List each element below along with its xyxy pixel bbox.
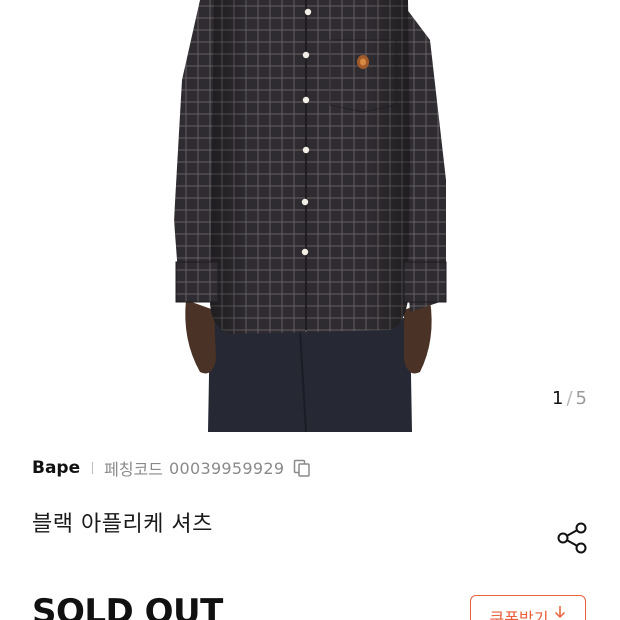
copy-icon[interactable] xyxy=(293,459,311,477)
image-counter-total: 5 xyxy=(575,388,587,409)
product-meta-row: Bape 페칭코드 00039959929 xyxy=(32,456,311,480)
product-title: 블랙 아플리케 셔츠 xyxy=(32,512,213,537)
download-arrow-icon xyxy=(554,605,566,620)
image-counter-separator: / xyxy=(566,388,573,409)
brand-link[interactable]: Bape xyxy=(32,458,80,478)
sold-out-status: SOLD OUT xyxy=(32,592,223,620)
product-photo xyxy=(174,0,447,432)
share-icon[interactable] xyxy=(554,520,590,556)
coupon-download-button[interactable]: 쿠폰받기 xyxy=(470,595,586,620)
product-image-carousel[interactable]: 1/5 xyxy=(0,0,620,432)
product-detail-page: 1/5 Bape 페칭코드 00039959929 블랙 아플리케 셔츠 SOL… xyxy=(0,0,620,620)
fetching-code-value: 00039959929 xyxy=(169,458,285,478)
fetching-code-label: 페칭코드 xyxy=(104,460,164,479)
meta-divider xyxy=(92,462,94,474)
coupon-button-label: 쿠폰받기 xyxy=(489,609,549,620)
image-counter-current: 1 xyxy=(552,388,564,409)
image-counter: 1/5 xyxy=(552,388,587,409)
